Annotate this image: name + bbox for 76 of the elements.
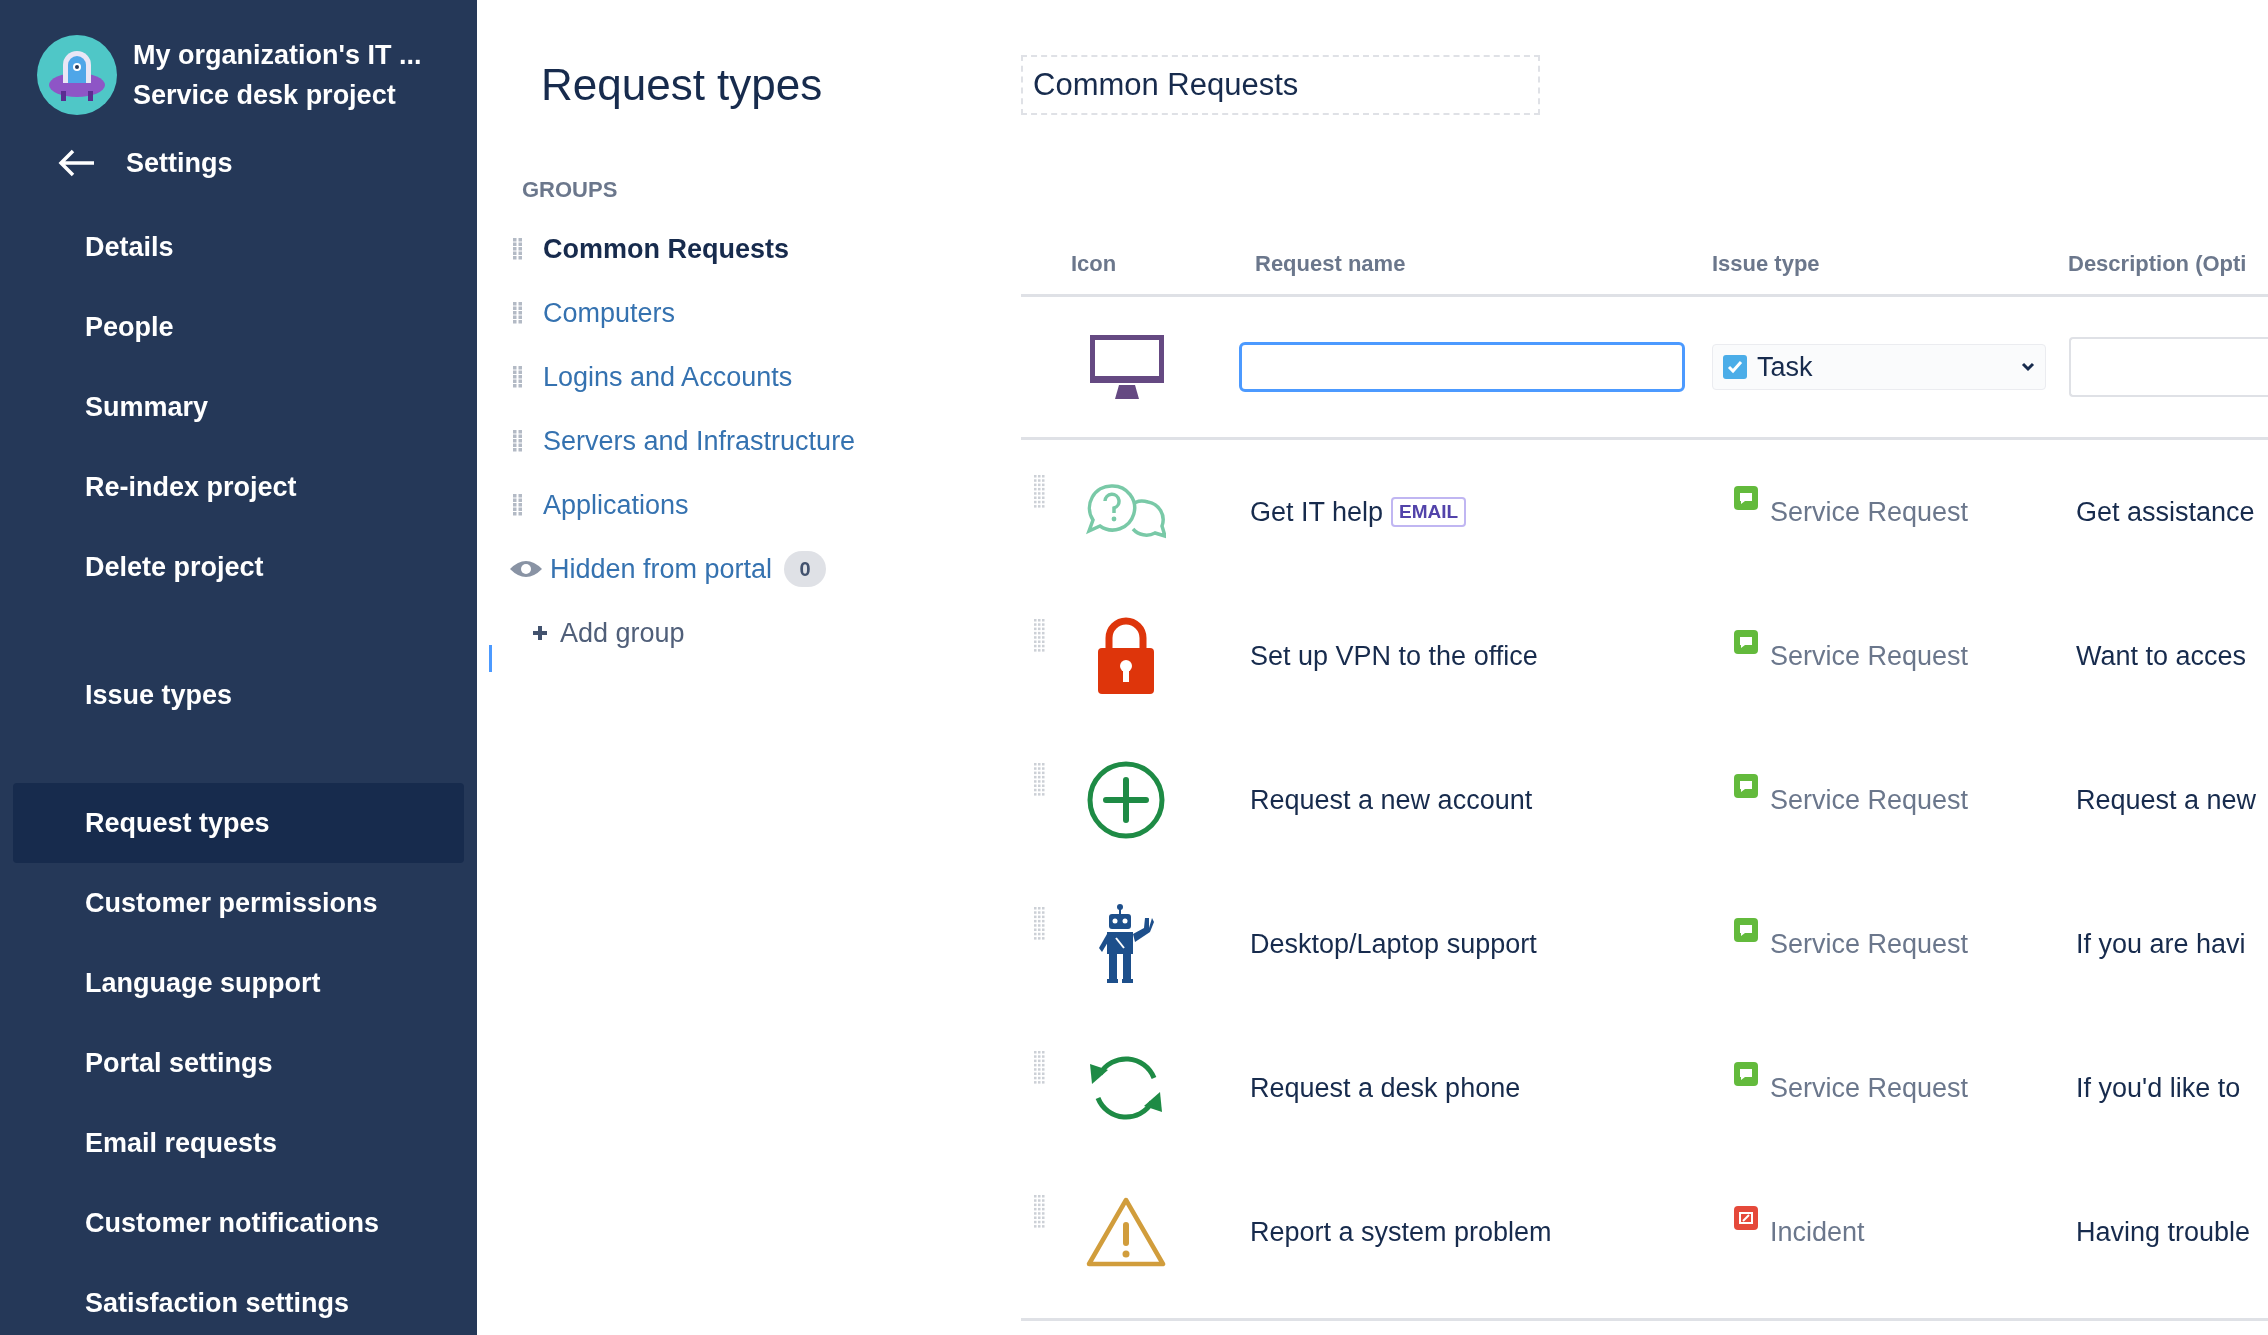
drag-handle-icon <box>1033 475 1045 509</box>
group-item[interactable]: Common Requests <box>509 217 1021 281</box>
groups-heading: GROUPS <box>521 176 619 204</box>
sidebar-item[interactable]: Portal settings <box>13 1023 464 1103</box>
project-title: My organization's IT ... <box>133 39 422 72</box>
plus-circle-icon <box>1086 760 1166 840</box>
drag-handle-icon <box>1033 907 1045 941</box>
drag-handle-icon <box>512 366 524 388</box>
sidebar-item[interactable]: Satisfaction settings <box>13 1263 464 1335</box>
count-badge: 0 <box>784 551 826 587</box>
group-item[interactable]: Computers <box>509 281 1021 345</box>
group-name-field[interactable]: Common Requests <box>1021 55 1540 115</box>
sidebar-item[interactable]: Details <box>13 207 464 287</box>
project-subtitle: Service desk project <box>133 79 397 112</box>
description-text: Request a new <box>2075 783 2258 817</box>
email-badge: EMAIL <box>1391 497 1467 527</box>
request-name: Desktop/Laptop support <box>1250 927 1537 961</box>
drag-handle-icon <box>512 302 524 324</box>
sidebar-item[interactable]: Customer notifications <box>13 1183 464 1263</box>
description-input[interactable] <box>2069 337 2268 397</box>
group-item[interactable]: Logins and Accounts <box>509 345 1021 409</box>
sidebar-item[interactable]: Re-index project <box>13 447 464 527</box>
sidebar-item[interactable]: Issue types <box>13 655 464 735</box>
chevron-down-icon <box>2021 362 2035 372</box>
robot-avatar-icon <box>37 35 117 115</box>
back-to-settings-link[interactable]: Settings <box>0 127 477 199</box>
column-header: Description (Opti <box>2067 249 2248 278</box>
description-text: Get assistance <box>2075 495 2256 529</box>
column-header: Icon <box>1070 249 1118 278</box>
task-check-icon <box>1723 355 1747 379</box>
monitor-icon <box>1088 333 1166 401</box>
request-name: Get IT help <box>1250 495 1384 529</box>
issue-type-label: Service Request <box>1770 927 1969 961</box>
request-name: Request a new account <box>1250 783 1533 817</box>
group-item[interactable]: Applications <box>509 473 1021 537</box>
sidebar-item[interactable]: Summary <box>13 367 464 447</box>
eye-icon <box>509 559 543 579</box>
back-arrow-icon <box>58 149 96 177</box>
issue-type-label: Service Request <box>1770 639 1969 673</box>
sidebar-item[interactable]: Language support <box>13 943 464 1023</box>
page-title: Request types <box>541 59 823 111</box>
sidebar-item[interactable]: People <box>13 287 464 367</box>
robot-icon <box>1098 904 1154 984</box>
add-group-button[interactable]: Add group <box>532 612 685 654</box>
drag-handle-icon <box>1033 1195 1045 1229</box>
drag-handle-icon <box>512 238 524 260</box>
request-name: Report a system problem <box>1250 1215 1552 1249</box>
description-text: If you are havi <box>2075 927 2247 961</box>
warning-triangle-icon <box>1086 1196 1166 1268</box>
sidebar-item[interactable]: Email requests <box>13 1103 464 1183</box>
plus-icon <box>532 625 548 641</box>
padlock-icon <box>1095 616 1157 696</box>
drag-handle-icon <box>1033 1051 1045 1085</box>
drag-handle-icon <box>1033 619 1045 653</box>
group-item[interactable]: Servers and Infrastructure <box>509 409 1021 473</box>
description-text: Want to acces <box>2075 639 2248 673</box>
drag-handle-icon <box>512 494 524 516</box>
issue-type-label: Service Request <box>1770 1071 1969 1105</box>
column-header: Request name <box>1254 249 1407 278</box>
sidebar-item[interactable]: Request types <box>13 783 464 863</box>
drag-handle-icon <box>512 430 524 452</box>
description-text: Having trouble <box>2075 1215 2252 1249</box>
issue-type-label: Service Request <box>1770 783 1969 817</box>
sidebar-item[interactable]: Delete project <box>13 527 464 607</box>
description-text: If you'd like to <box>2075 1071 2242 1105</box>
sidebar-item[interactable]: Customer permissions <box>13 863 464 943</box>
drag-handle-icon <box>1033 763 1045 797</box>
issue-type-label: Service Request <box>1770 495 1969 529</box>
issue-type-select[interactable]: Task <box>1712 344 2046 390</box>
request-name-input[interactable] <box>1239 342 1685 392</box>
request-name: Request a desk phone <box>1250 1071 1521 1105</box>
issue-type-label: Incident <box>1770 1215 1865 1249</box>
request-name: Set up VPN to the office <box>1250 639 1538 673</box>
text-cursor <box>489 645 492 672</box>
group-item[interactable]: Hidden from portal 0 <box>509 537 1021 601</box>
column-header: Issue type <box>1711 249 1821 278</box>
